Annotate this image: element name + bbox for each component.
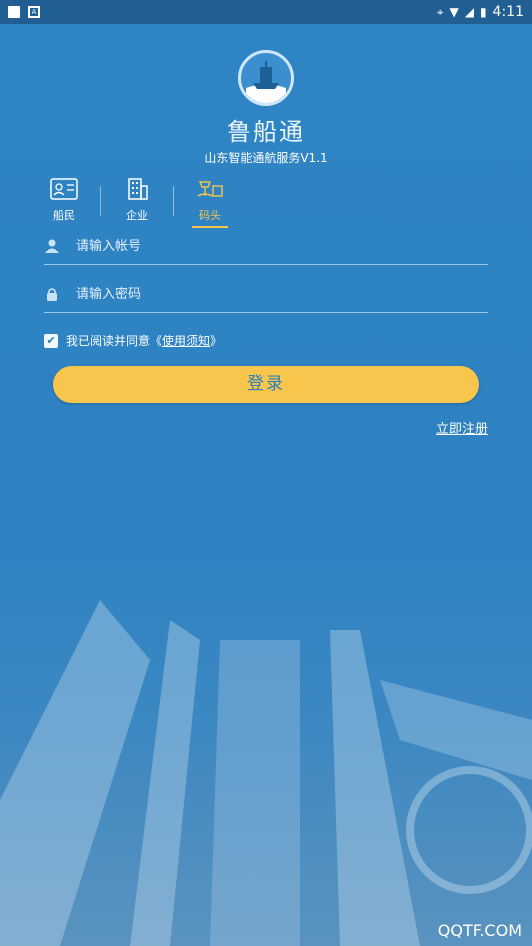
watermark: QQTF.COM — [437, 921, 522, 940]
battery-icon: ▮ — [479, 5, 487, 19]
dock-icon — [197, 181, 223, 197]
agreement-row: ✔ 我已阅读并同意《使用须知》 — [44, 332, 222, 349]
user-icon — [45, 239, 59, 253]
login-button[interactable]: 登录 — [53, 366, 479, 403]
register-link[interactable]: 立即注册 — [436, 418, 488, 437]
signal-icon: ◢ — [464, 5, 474, 19]
tab-boatman-label: 船民 — [53, 209, 75, 222]
tab-boatman[interactable]: 船民 — [44, 178, 84, 223]
tab-divider — [173, 185, 174, 216]
agree-text: 我已阅读并同意《 — [66, 334, 163, 348]
tab-dock-label: 码头 — [199, 209, 221, 222]
tab-enterprise-label: 企业 — [126, 209, 148, 222]
app-logo-icon — [238, 50, 294, 106]
tab-dock[interactable]: 码头 — [190, 178, 230, 228]
password-input[interactable] — [74, 285, 458, 303]
tab-enterprise[interactable]: 企业 — [117, 178, 157, 223]
app-logo-block: 鲁船通 山东智能通航服务V1.1 — [0, 50, 532, 166]
notification-icon — [8, 6, 20, 18]
id-card-icon — [50, 178, 78, 200]
app-notification-icon: A — [28, 6, 40, 18]
role-tabs: 船民 企业 码头 — [44, 178, 246, 228]
username-input[interactable] — [74, 237, 458, 255]
password-row — [44, 276, 488, 313]
agree-checkbox[interactable]: ✔ — [44, 333, 58, 348]
status-time: 4:11 — [492, 4, 524, 20]
app-name: 鲁船通 — [227, 118, 305, 146]
agree-close: 》 — [210, 334, 223, 348]
location-icon: ⌖ — [436, 4, 444, 19]
check-icon: ✔ — [46, 334, 56, 347]
username-row — [44, 228, 488, 265]
tab-divider — [100, 185, 101, 216]
lock-icon — [47, 288, 57, 301]
app-subtitle: 山东智能通航服务V1.1 — [204, 151, 328, 165]
wifi-icon: ▼ — [449, 5, 459, 19]
building-icon — [128, 178, 148, 200]
terms-link[interactable]: 使用须知 — [162, 334, 210, 348]
status-bar: A ⌖ ▼ ◢ ▮ 4:11 — [0, 0, 532, 24]
city-background-image — [0, 600, 532, 946]
